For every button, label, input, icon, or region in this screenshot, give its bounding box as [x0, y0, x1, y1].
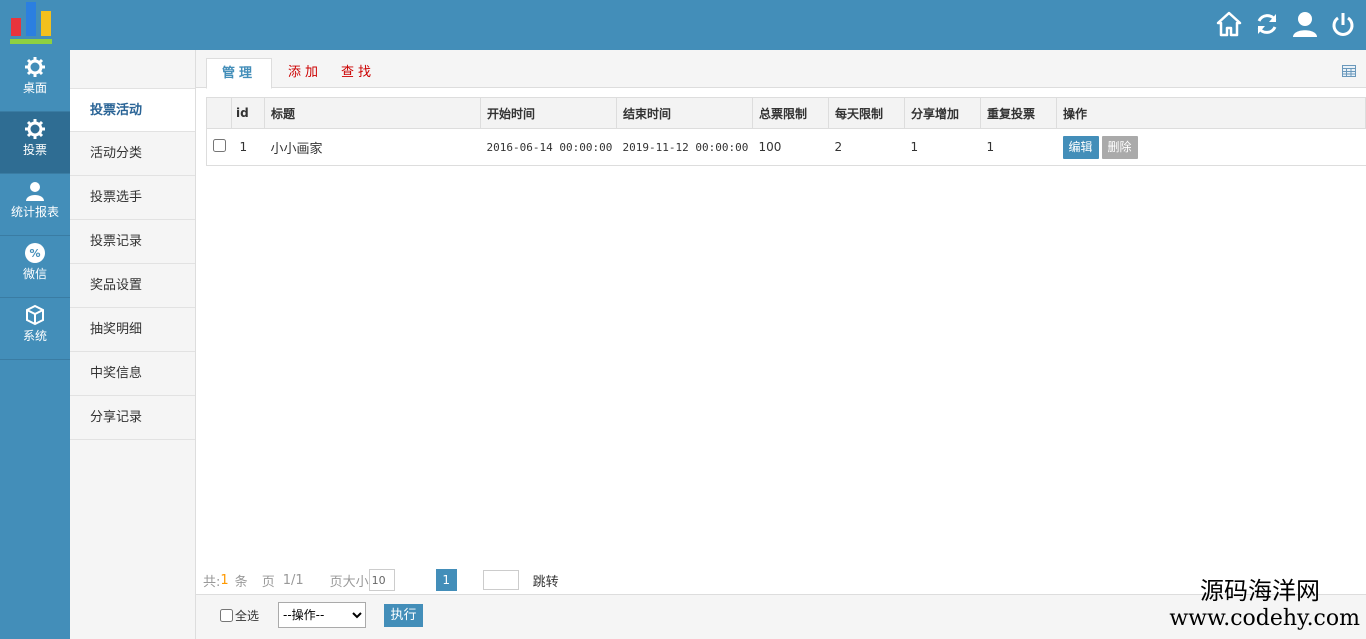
submenu-item-activity-category[interactable]: 活动分类 [70, 132, 195, 176]
select-all-text: 全选 [235, 609, 260, 623]
select-all-checkbox[interactable] [220, 609, 233, 622]
user-icon [26, 182, 44, 201]
top-bar [0, 0, 1366, 50]
select-all-label[interactable]: 全选 [220, 607, 259, 624]
table-view-icon[interactable] [1342, 65, 1356, 77]
cell-total-limit: 100 [752, 128, 829, 166]
submenu-item-vote-records[interactable]: 投票记录 [70, 220, 195, 264]
nav-item-system[interactable]: 系统 [0, 298, 70, 360]
execute-button[interactable]: 执行 [384, 604, 423, 627]
user-icon[interactable] [1292, 10, 1318, 38]
nav-item-label: 投票 [22, 143, 47, 157]
app-logo-icon[interactable] [8, 2, 54, 46]
column-header-start-time: 开始时间 [480, 97, 617, 129]
cell-actions: 编辑 删除 [1056, 128, 1366, 166]
column-header-title: 标题 [264, 97, 481, 129]
column-header-id: id [231, 97, 265, 129]
vote-activity-table: id 标题 开始时间 结束时间 总票限制 每天限制 分享增加 重复投票 操作 1… [206, 97, 1366, 166]
gear-icon [25, 57, 45, 77]
total-suffix: 条 [234, 574, 248, 590]
sub-menu: 投票活动 活动分类 投票选手 投票记录 奖品设置 抽奖明细 中奖信息 分享记录 [70, 50, 196, 639]
jump-button[interactable]: 跳转 [533, 571, 559, 590]
submenu-item-vote-players[interactable]: 投票选手 [70, 176, 195, 220]
page-label: 页 [261, 574, 275, 590]
page-info: 1/1 [282, 572, 304, 588]
row-select-cell [206, 128, 232, 166]
cell-id: 1 [231, 128, 265, 166]
box-icon [26, 304, 44, 326]
watermark-line-1: 源码海洋网 [1200, 577, 1320, 605]
cell-start-time: 2016-06-14 00:00:00 [480, 128, 617, 166]
main-content: 管理 添加 查找 id 标题 开始时间 结束时间 总票限制 每天限制 分享增加 … [196, 50, 1366, 639]
watermark-line-2: www.codehy.com [1169, 606, 1360, 631]
column-header-share-add: 分享增加 [904, 97, 981, 129]
table-header-row: id 标题 开始时间 结束时间 总票限制 每天限制 分享增加 重复投票 操作 [206, 97, 1366, 129]
nav-item-label: 统计报表 [10, 205, 59, 219]
tab-search[interactable]: 查找 [341, 58, 375, 89]
submenu-item-share-records[interactable]: 分享记录 [70, 396, 195, 440]
nav-item-label: 桌面 [22, 81, 47, 95]
nav-item-label: 系统 [22, 329, 47, 343]
cell-daily-limit: 2 [828, 128, 905, 166]
select-column-header [206, 97, 232, 129]
tab-manage[interactable]: 管理 [206, 58, 272, 89]
cell-share-add: 1 [904, 128, 981, 166]
row-checkbox[interactable] [212, 139, 226, 152]
submenu-item-prize-settings[interactable]: 奖品设置 [70, 264, 195, 308]
nav-item-vote[interactable]: 投票 [0, 112, 70, 174]
edit-button[interactable]: 编辑 [1062, 135, 1099, 159]
total-prefix: 共: [203, 574, 221, 590]
watermark: 源码海洋网 www.codehy.com [1169, 577, 1360, 633]
page-size-input[interactable] [368, 569, 395, 591]
column-header-actions: 操作 [1056, 97, 1366, 129]
delete-button[interactable]: 删除 [1101, 135, 1138, 159]
column-header-total-limit: 总票限制 [752, 97, 829, 129]
refresh-icon[interactable] [1254, 10, 1280, 38]
column-header-daily-limit: 每天限制 [828, 97, 905, 129]
svg-text:%: % [29, 247, 40, 260]
cell-title: 小小画家 [264, 128, 481, 166]
gear-icon [25, 119, 45, 139]
cell-repeat-vote: 1 [980, 128, 1057, 166]
cell-end-time: 2019-11-12 00:00:00 [616, 128, 753, 166]
page-size-label: 页大小 [329, 574, 369, 590]
pagination: 共: 1 条 页 1/1 页大小 1 跳转 [203, 569, 559, 591]
current-page-button[interactable]: 1 [435, 569, 457, 591]
column-header-repeat-vote: 重复投票 [980, 97, 1057, 129]
nav-item-wechat[interactable]: % 微信 [0, 236, 70, 298]
table-row: 1 小小画家 2016-06-14 00:00:00 2019-11-12 00… [206, 128, 1366, 166]
main-nav-sidebar: 桌面 投票 统计报表 % 微信 系统 [0, 50, 70, 639]
percent-icon: % [25, 243, 45, 263]
tab-add[interactable]: 添加 [288, 58, 322, 89]
total-count: 1 [220, 572, 229, 588]
nav-item-label: 微信 [22, 267, 47, 281]
submenu-item-winner-info[interactable]: 中奖信息 [70, 352, 195, 396]
home-icon[interactable] [1216, 10, 1242, 38]
submenu-item-vote-activity[interactable]: 投票活动 [70, 88, 195, 132]
nav-item-desktop[interactable]: 桌面 [0, 50, 70, 112]
jump-page-input[interactable] [482, 570, 519, 590]
power-icon[interactable] [1330, 10, 1356, 38]
tab-bar: 管理 添加 查找 [196, 50, 1366, 89]
bulk-action-select[interactable]: --操作-- [278, 602, 366, 628]
submenu-item-lottery-details[interactable]: 抽奖明细 [70, 308, 195, 352]
column-header-end-time: 结束时间 [616, 97, 753, 129]
nav-item-reports[interactable]: 统计报表 [0, 174, 70, 236]
